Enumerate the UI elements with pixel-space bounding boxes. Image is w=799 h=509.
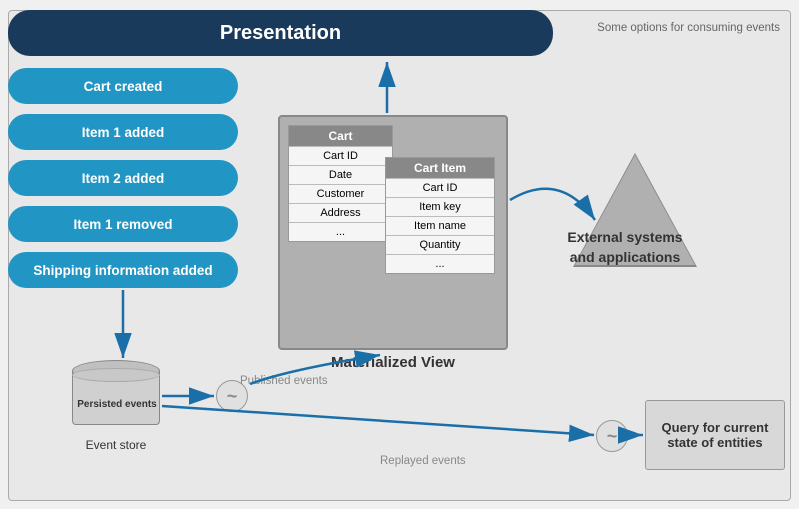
event-store-cylinder: Persisted events <box>72 360 160 432</box>
cart-item-header: Cart Item <box>386 158 494 178</box>
cart-item-row-0: Cart ID <box>386 178 494 197</box>
item1-added-btn: Item 1 added <box>8 114 238 150</box>
cart-row-4: ... <box>289 222 392 241</box>
materialized-view-container: Cart Cart ID Date Customer Address ... C… <box>278 115 508 350</box>
query-box: Query for current state of entities <box>645 400 785 470</box>
external-label: External systems and applications <box>560 228 690 267</box>
item1-removed-btn: Item 1 removed <box>8 206 238 242</box>
cart-table: Cart Cart ID Date Customer Address ... <box>288 125 393 242</box>
tilde-replayed: ~ <box>596 420 628 452</box>
replayed-events-label: Replayed events <box>380 455 466 467</box>
cart-item-table: Cart Item Cart ID Item key Item name Qua… <box>385 157 495 274</box>
presentation-bar: Presentation <box>8 10 553 56</box>
options-text: Some options for consuming events <box>560 22 780 34</box>
cylinder-label: Persisted events <box>73 392 161 411</box>
cart-row-2: Customer <box>289 184 392 203</box>
cart-created-btn: Cart created <box>8 68 238 104</box>
cart-row-1: Date <box>289 165 392 184</box>
cart-item-row-2: Item name <box>386 216 494 235</box>
shipping-btn: Shipping information added <box>8 252 238 288</box>
published-events-label: Published events <box>240 375 328 387</box>
mat-view-label: Materialized View <box>278 354 508 371</box>
event-store-label: Event store <box>72 438 160 452</box>
query-label: Query for current state of entities <box>654 420 776 450</box>
diagram-container: Some options for consuming events Presen… <box>0 0 799 509</box>
presentation-label: Presentation <box>220 22 341 45</box>
cart-item-row-3: Quantity <box>386 235 494 254</box>
cart-item-row-1: Item key <box>386 197 494 216</box>
item2-added-btn: Item 2 added <box>8 160 238 196</box>
cart-row-0: Cart ID <box>289 146 392 165</box>
cart-item-row-4: ... <box>386 254 494 273</box>
cylinder-inner <box>72 368 160 382</box>
cart-row-3: Address <box>289 203 392 222</box>
cart-table-header: Cart <box>289 126 392 146</box>
